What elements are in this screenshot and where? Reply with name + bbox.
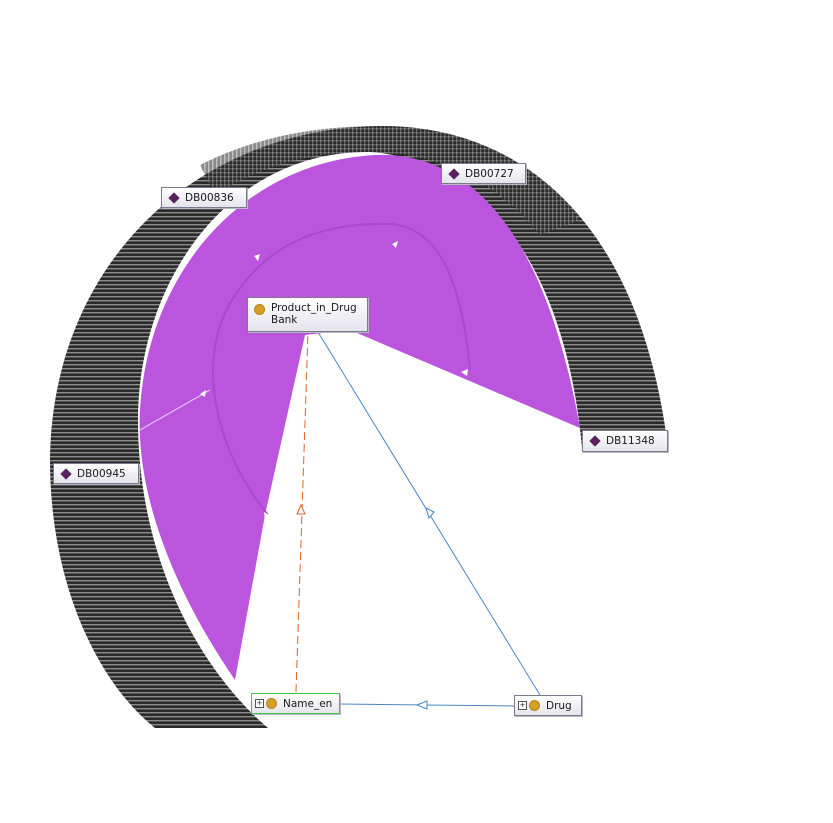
node-name-en[interactable]: + Name_en	[251, 693, 340, 714]
node-label: DB00945	[77, 467, 126, 480]
node-label: Drug	[546, 699, 572, 712]
individual-diamond-icon	[60, 467, 72, 480]
node-db00727[interactable]: DB00727	[441, 163, 526, 184]
node-label: DB11348	[606, 435, 655, 447]
node-label: DB00836	[185, 191, 234, 204]
class-circle-icon	[254, 304, 265, 315]
node-label: Product_in_Drug Bank	[271, 302, 357, 326]
expand-icon[interactable]: +	[518, 701, 527, 710]
subclass-arrowhead	[415, 700, 428, 710]
node-product-in-drug-bank[interactable]: Product_in_Drug Bank	[247, 297, 368, 332]
node-db11348[interactable]: DB11348	[582, 430, 668, 452]
individual-diamond-icon	[589, 435, 601, 447]
node-db00836[interactable]: DB00836	[161, 187, 247, 208]
subclass-arrowhead	[425, 507, 435, 520]
node-drug[interactable]: + Drug	[514, 695, 582, 716]
node-label: Name_en	[283, 697, 333, 710]
equivalent-arrowhead	[296, 503, 306, 515]
individual-diamond-icon	[168, 191, 180, 204]
individual-diamond-icon	[448, 167, 460, 180]
node-db00945[interactable]: DB00945	[53, 463, 139, 484]
expand-icon[interactable]: +	[255, 699, 264, 708]
ontology-graph-canvas	[50, 125, 668, 729]
class-circle-icon	[266, 698, 277, 709]
node-label: DB00727	[465, 167, 514, 180]
class-circle-icon	[529, 700, 540, 711]
